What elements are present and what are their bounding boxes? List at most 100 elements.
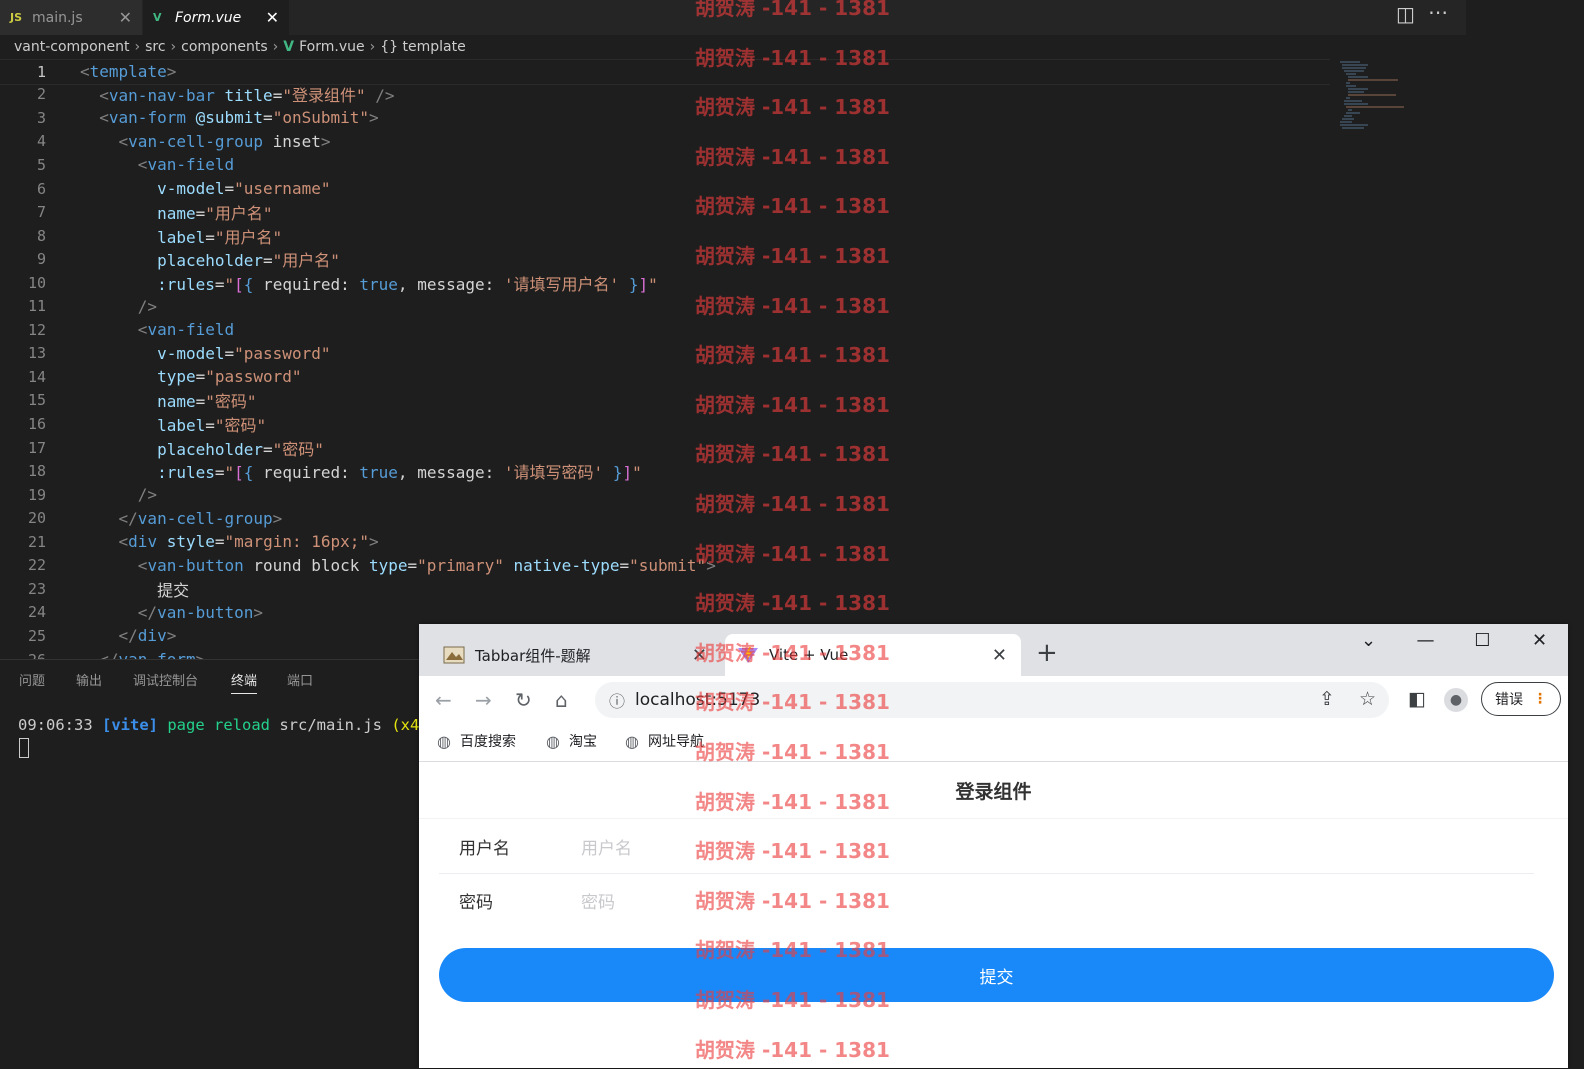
code-text: <van-nav-bar title="登录组件" /> — [99, 86, 395, 106]
breadcrumb-item[interactable]: {} template — [380, 39, 465, 55]
code-line[interactable]: 7 name="用户名" — [0, 200, 1330, 224]
password-input[interactable]: 密码 — [581, 888, 615, 913]
password-field[interactable]: 密码 密码 — [439, 873, 1534, 927]
terminal-output[interactable]: 09:06:33 [vite] page reload src/main.js … — [18, 716, 429, 734]
code-line[interactable]: 18 :rules="[{ required: true, message: '… — [0, 459, 1330, 483]
terminal-message: page reload — [167, 716, 270, 734]
close-icon[interactable]: ✕ — [119, 8, 132, 27]
watermark-text: 胡贺涛 -141 - 1381 — [695, 442, 890, 467]
split-editor-icon[interactable]: ◫ — [1396, 2, 1415, 26]
share-icon[interactable]: ⇪ — [1319, 688, 1335, 710]
code-line[interactable]: 21 <div style="margin: 16px;"> — [0, 530, 1330, 554]
tab-ports[interactable]: 端口 — [287, 670, 313, 689]
code-line[interactable]: 12 <van-field — [0, 318, 1330, 342]
code-line[interactable]: 4 <van-cell-group inset> — [0, 130, 1330, 154]
browser-tab-strip: Tabbar组件-题解 ✕ Vite + Vue ✕ + ⌄ — ☐ ✕ — [419, 624, 1568, 676]
watermark-text: 胡贺涛 -141 - 1381 — [695, 690, 890, 715]
code-line[interactable]: 6 v-model="username" — [0, 177, 1330, 201]
code-line[interactable]: 19 /> — [0, 483, 1330, 507]
watermark-text: 胡贺涛 -141 - 1381 — [695, 45, 890, 70]
tab-debug-console[interactable]: 调试控制台 — [133, 670, 198, 689]
bookmark-item[interactable]: ◍ 网址导航 — [625, 731, 704, 751]
username-input[interactable]: 用户名 — [581, 834, 632, 859]
line-number: 23 — [27, 579, 46, 598]
chevron-right-icon: › — [272, 39, 279, 55]
tab-terminal[interactable]: 终端 — [231, 670, 258, 694]
tab-form-vue[interactable]: V Form.vue ✕ — [143, 0, 289, 35]
line-number: 4 — [36, 132, 46, 151]
breadcrumb-item[interactable]: vant-component — [14, 39, 129, 55]
code-line[interactable]: 10 :rules="[{ required: true, message: '… — [0, 271, 1330, 295]
code-text: :rules="[{ required: true, message: '请填写… — [157, 274, 658, 294]
vue-file-icon: V — [153, 11, 162, 24]
more-actions-icon[interactable]: ⋯ — [1428, 0, 1448, 24]
breadcrumb-item[interactable]: components — [181, 39, 268, 55]
reload-icon[interactable]: ↻ — [515, 688, 532, 712]
tab-main-js[interactable]: JS main.js ✕ — [0, 0, 143, 35]
line-number: 12 — [27, 320, 46, 339]
info-icon[interactable]: ⓘ — [609, 688, 625, 712]
minimize-icon[interactable]: — — [1397, 630, 1454, 651]
code-line[interactable]: 13 v-model="password" — [0, 342, 1330, 366]
globe-icon: ◍ — [437, 731, 451, 751]
minimap[interactable] — [1338, 59, 1408, 139]
close-icon[interactable]: ✕ — [266, 8, 279, 27]
code-line[interactable]: 2 <van-nav-bar title="登录组件" /> — [0, 83, 1330, 107]
back-icon[interactable]: ← — [435, 688, 452, 712]
breadcrumb-item[interactable]: Form.vue — [299, 39, 365, 55]
line-number: 19 — [27, 485, 46, 504]
browser-tab-title: Tabbar组件-题解 — [475, 646, 591, 665]
star-icon[interactable]: ☆ — [1359, 688, 1376, 710]
terminal-cursor — [19, 738, 29, 758]
line-number: 10 — [27, 273, 46, 292]
tab-output[interactable]: 输出 — [76, 670, 102, 689]
submit-button[interactable]: 提交 — [439, 948, 1554, 1002]
tab-problems[interactable]: 问题 — [19, 670, 45, 689]
code-line[interactable]: 15 name="密码" — [0, 389, 1330, 413]
watermark-text: 胡贺涛 -141 - 1381 — [695, 988, 890, 1012]
bookmark-item[interactable]: ◍ 淘宝 — [546, 731, 597, 751]
profile-avatar-icon[interactable]: ● — [1444, 688, 1468, 712]
chevron-down-icon[interactable]: ⌄ — [1340, 630, 1397, 651]
line-number: 13 — [27, 344, 46, 363]
code-line[interactable]: 5 <van-field — [0, 153, 1330, 177]
code-line[interactable]: 16 label="密码" — [0, 412, 1330, 436]
bookmark-label: 百度搜索 — [459, 734, 516, 750]
maximize-icon[interactable]: ☐ — [1454, 630, 1511, 651]
code-text: <van-cell-group inset> — [118, 131, 331, 151]
vue-file-icon: V — [283, 39, 295, 55]
code-line[interactable]: 22 <van-button round block type="primary… — [0, 554, 1330, 578]
new-tab-icon[interactable]: + — [1036, 638, 1058, 668]
browser-tab[interactable]: Tabbar组件-题解 ✕ — [431, 634, 721, 676]
username-field[interactable]: 用户名 用户名 — [439, 819, 1534, 874]
code-line[interactable]: 8 label="用户名" — [0, 224, 1330, 248]
forward-icon[interactable]: → — [475, 688, 492, 712]
code-text: type="password" — [157, 367, 302, 387]
watermark-text: 胡贺涛 -141 - 1381 — [695, 343, 890, 368]
bookmark-item[interactable]: ◍ 百度搜索 — [437, 731, 516, 751]
error-button[interactable]: 错误 ⋮ — [1481, 682, 1561, 716]
code-line[interactable]: 1 <template> — [0, 59, 1330, 85]
code-text: <div style="margin: 16px;"> — [118, 532, 379, 552]
close-icon[interactable]: ✕ — [992, 645, 1007, 666]
watermark-text: 胡贺涛 -141 - 1381 — [695, 194, 890, 219]
code-line[interactable]: 14 type="password" — [0, 365, 1330, 389]
tab-label: main.js — [32, 9, 83, 26]
code-line[interactable]: 9 placeholder="用户名" — [0, 247, 1330, 271]
code-line[interactable]: 24 </van-button> — [0, 601, 1330, 625]
line-number: 21 — [27, 532, 46, 551]
line-number: 9 — [36, 250, 46, 269]
line-number: 17 — [27, 438, 46, 457]
side-panel-icon[interactable]: ◧ — [1408, 688, 1426, 710]
code-line[interactable]: 20 </van-cell-group> — [0, 506, 1330, 530]
close-window-icon[interactable]: ✕ — [1511, 630, 1568, 651]
code-line[interactable]: 17 placeholder="密码" — [0, 436, 1330, 460]
line-number: 1 — [36, 62, 46, 81]
code-line[interactable]: 11 /> — [0, 295, 1330, 319]
watermark-text: 胡贺涛 -141 - 1381 — [695, 144, 890, 169]
breadcrumb-item[interactable]: src — [145, 39, 165, 55]
watermark-text: 胡贺涛 -141 - 1381 — [695, 888, 890, 913]
code-line[interactable]: 23 提交 — [0, 577, 1330, 601]
code-line[interactable]: 3 <van-form @submit="onSubmit"> — [0, 106, 1330, 130]
home-icon[interactable]: ⌂ — [555, 688, 568, 712]
